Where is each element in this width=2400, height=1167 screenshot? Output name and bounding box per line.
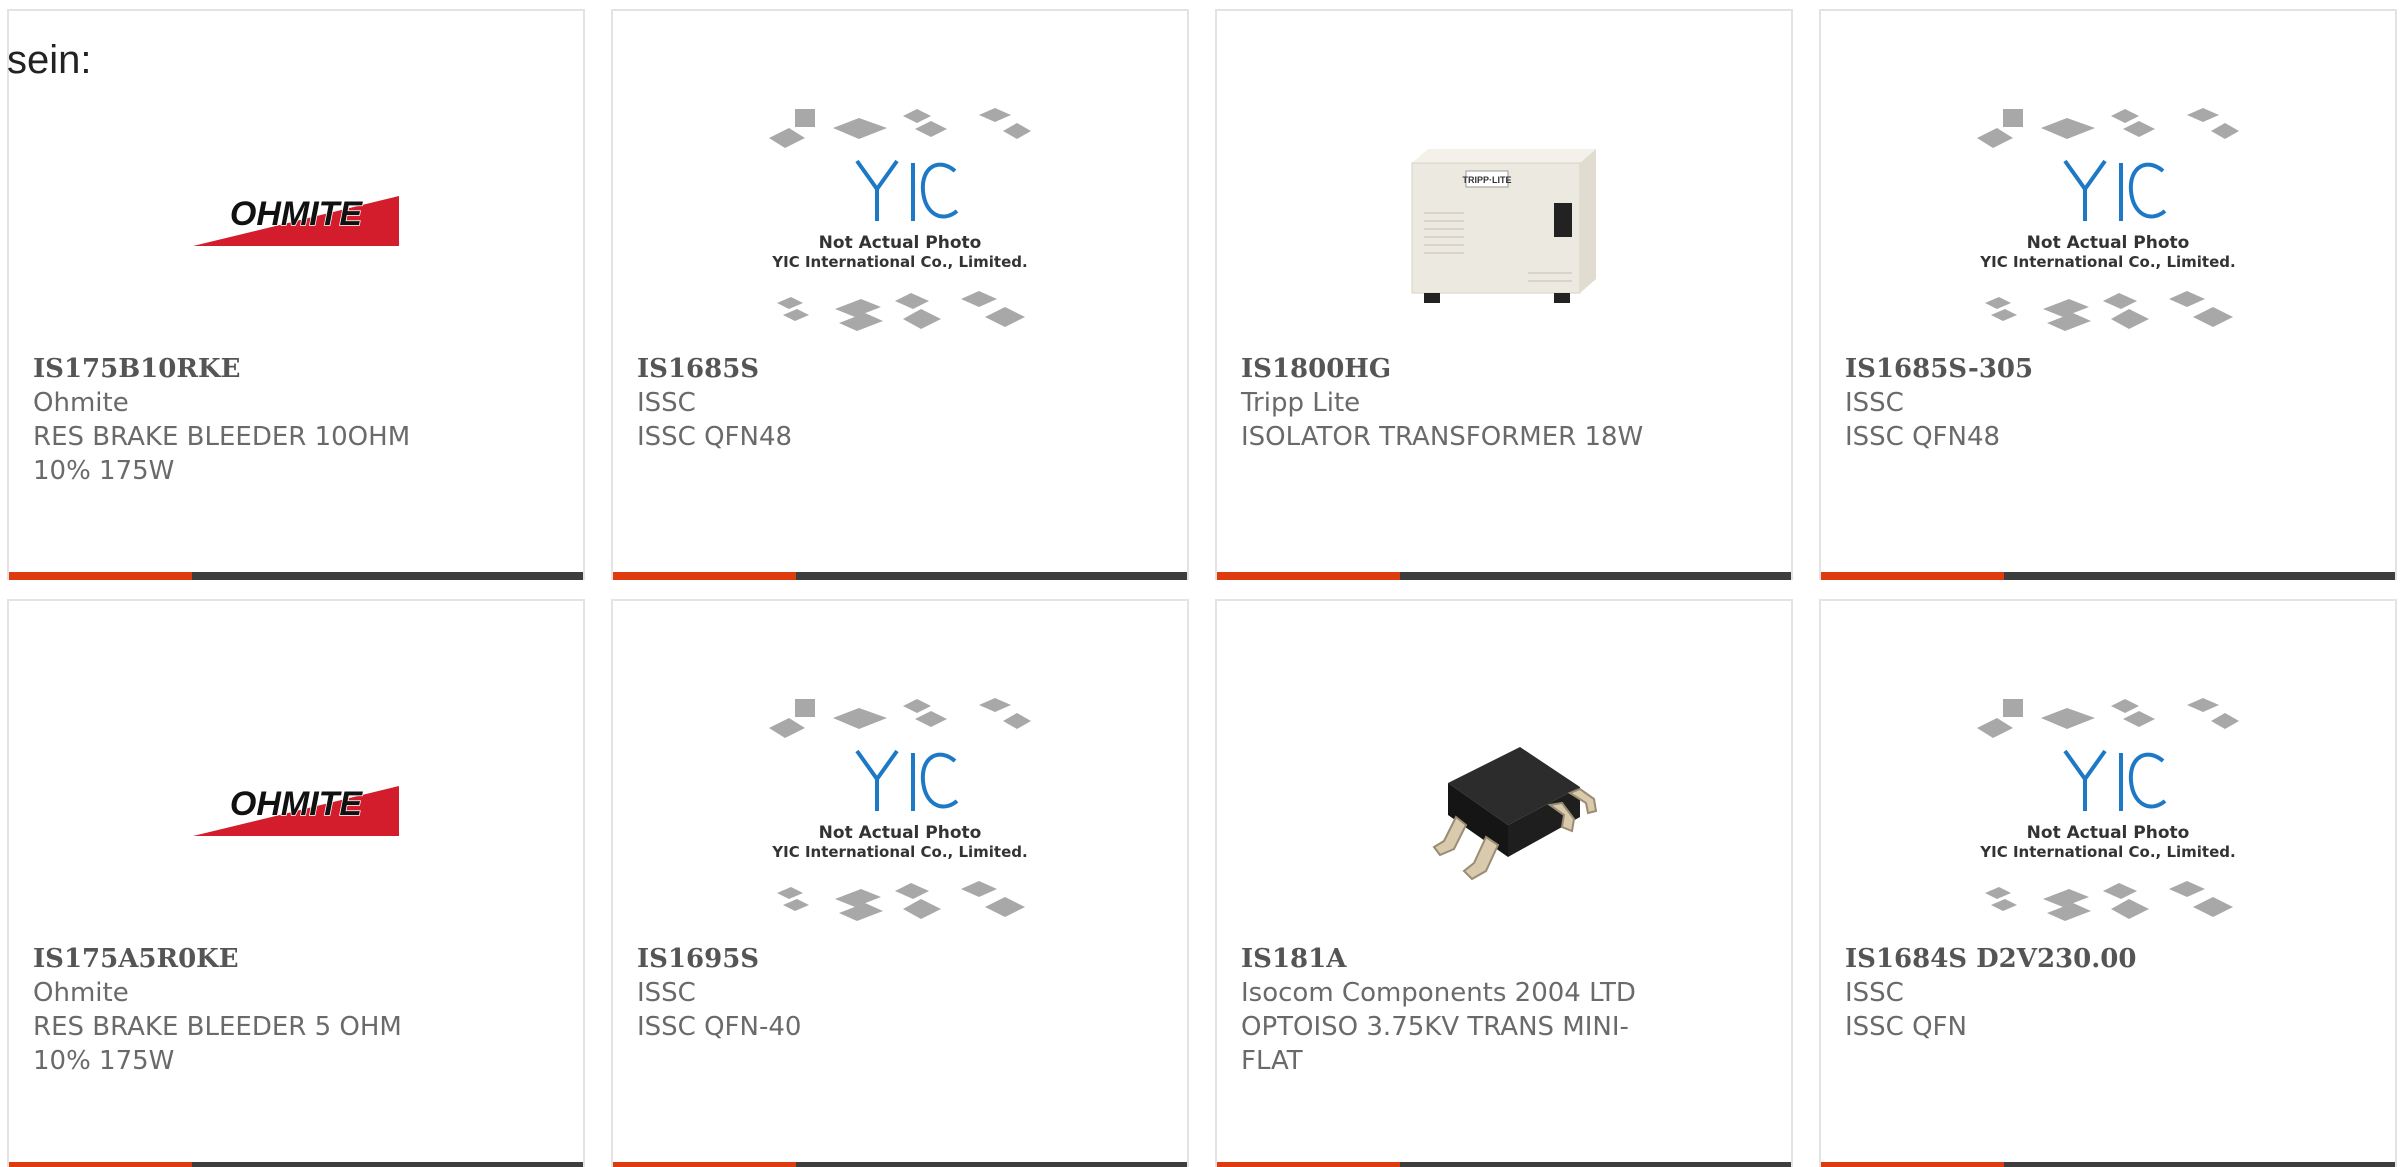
yic-placeholder-icon: Not Actual Photo YIC International Co., … xyxy=(1977,108,2239,331)
product-image-yic-placeholder[interactable]: Not Actual Photo YIC International Co., … xyxy=(1821,685,2395,941)
optoisolator-chip-icon xyxy=(1404,713,1604,913)
part-number-link[interactable]: IS1695S xyxy=(637,942,1067,976)
product-image-yic-placeholder[interactable]: Not Actual Photo YIC International Co., … xyxy=(613,95,1187,351)
manufacturer-label: Ohmite xyxy=(33,978,129,1008)
card-footer-bar xyxy=(1821,572,2395,580)
part-number-link[interactable]: IS1684S D2V230.00 xyxy=(1845,942,2275,976)
product-card[interactable]: IS181A Isocom Components 2004 LTD OPTOIS… xyxy=(1215,599,1793,1167)
product-card[interactable]: Not Actual Photo YIC International Co., … xyxy=(1819,9,2397,580)
transformer-icon: TRIPP·LITE xyxy=(1411,149,1596,303)
product-card[interactable]: Not Actual Photo YIC International Co., … xyxy=(611,9,1189,580)
manufacturer-label: ISSC xyxy=(637,388,696,418)
part-number-link[interactable]: IS181A xyxy=(1241,942,1671,976)
yic-company-text: YIC International Co., Limited. xyxy=(771,843,1027,861)
product-info: IS1800HG Tripp Lite ISOLATOR TRANSFORMER… xyxy=(1241,352,1671,454)
product-info: IS175A5R0KE Ohmite RES BRAKE BLEEDER 5 O… xyxy=(33,942,463,1078)
product-image-yic-placeholder[interactable]: Not Actual Photo YIC International Co., … xyxy=(613,685,1187,941)
product-info: IS1685S ISSC ISSC QFN48 xyxy=(637,352,1067,454)
product-card[interactable]: TRIPP·LITE IS1800HG Tripp Lite ISOLATOR … xyxy=(1215,9,1793,580)
product-card[interactable]: OHMITE IS175A5R0KE Ohmite RES BRAKE BLEE… xyxy=(7,599,585,1167)
product-image-optoisolator-chip[interactable] xyxy=(1217,685,1791,941)
yic-placeholder-icon: Not Actual Photo YIC International Co., … xyxy=(769,108,1031,331)
product-card[interactable]: Not Actual Photo YIC International Co., … xyxy=(1819,599,2397,1167)
yic-company-text: YIC International Co., Limited. xyxy=(1979,253,2235,271)
part-number-link[interactable]: IS1685S xyxy=(637,352,1067,386)
manufacturer-label: Ohmite xyxy=(33,388,129,418)
ohmite-logo-text: OHMITE xyxy=(230,196,364,233)
ohmite-logo-icon: OHMITE xyxy=(193,196,399,246)
description-label: OPTOISO 3.75KV TRANS MINI-FLAT xyxy=(1241,1012,1629,1076)
page-prefix-text: sein: xyxy=(7,38,92,82)
description-label: ISSC QFN-40 xyxy=(637,1012,802,1042)
description-label: RES BRAKE BLEEDER 10OHM 10% 175W xyxy=(33,422,411,486)
description-label: ISSC QFN48 xyxy=(637,422,793,452)
manufacturer-label: ISSC xyxy=(1845,388,1904,418)
card-footer-bar xyxy=(613,572,1187,580)
product-image-ohmite-logo[interactable]: OHMITE xyxy=(9,685,583,941)
part-number-link[interactable]: IS175B10RKE xyxy=(33,352,463,386)
part-number-link[interactable]: IS1685S-305 xyxy=(1845,352,2275,386)
ohmite-logo-text: OHMITE xyxy=(230,786,364,823)
yic-placeholder-icon: Not Actual Photo YIC International Co., … xyxy=(769,698,1031,921)
manufacturer-label: ISSC xyxy=(1845,978,1904,1008)
ohmite-logo-icon: OHMITE xyxy=(193,786,399,836)
part-number-link[interactable]: IS1800HG xyxy=(1241,352,1671,386)
tripp-lite-label: TRIPP·LITE xyxy=(1463,175,1512,185)
part-number-link[interactable]: IS175A5R0KE xyxy=(33,942,463,976)
product-info: IS181A Isocom Components 2004 LTD OPTOIS… xyxy=(1241,942,1671,1078)
description-label: ISSC QFN48 xyxy=(1845,422,2001,452)
product-card[interactable]: OHMITE IS175B10RKE Ohmite RES BRAKE BLEE… xyxy=(7,9,585,580)
product-card[interactable]: Not Actual Photo YIC International Co., … xyxy=(611,599,1189,1167)
card-footer-bar xyxy=(9,572,583,580)
product-image-yic-placeholder[interactable]: Not Actual Photo YIC International Co., … xyxy=(1821,95,2395,351)
yic-placeholder-icon: Not Actual Photo YIC International Co., … xyxy=(1977,698,2239,921)
product-info: IS1695S ISSC ISSC QFN-40 xyxy=(637,942,1067,1044)
card-footer-bar xyxy=(1821,1162,2395,1167)
description-label: RES BRAKE BLEEDER 5 OHM 10% 175W xyxy=(33,1012,402,1076)
yic-company-text: YIC International Co., Limited. xyxy=(771,253,1027,271)
product-image-tripp-lite-transformer[interactable]: TRIPP·LITE xyxy=(1217,95,1791,351)
card-footer-bar xyxy=(1217,1162,1791,1167)
product-image-ohmite-logo[interactable]: OHMITE xyxy=(9,95,583,351)
product-info: IS1684S D2V230.00 ISSC ISSC QFN xyxy=(1845,942,2275,1044)
manufacturer-label: Isocom Components 2004 LTD xyxy=(1241,978,1636,1008)
manufacturer-label: Tripp Lite xyxy=(1241,388,1361,418)
product-info: IS1685S-305 ISSC ISSC QFN48 xyxy=(1845,352,2275,454)
description-label: ISOLATOR TRANSFORMER 18W xyxy=(1241,422,1644,452)
description-label: ISSC QFN xyxy=(1845,1012,1967,1042)
yic-not-actual-photo-text: Not Actual Photo xyxy=(819,823,982,843)
yic-not-actual-photo-text: Not Actual Photo xyxy=(819,233,982,253)
card-footer-bar xyxy=(613,1162,1187,1167)
yic-not-actual-photo-text: Not Actual Photo xyxy=(2027,823,2190,843)
card-footer-bar xyxy=(9,1162,583,1167)
manufacturer-label: ISSC xyxy=(637,978,696,1008)
yic-not-actual-photo-text: Not Actual Photo xyxy=(2027,233,2190,253)
product-grid-page: sein: OHMITE IS175B10RKE Ohmite RES BRAK… xyxy=(0,0,2400,1167)
card-footer-bar xyxy=(1217,572,1791,580)
product-info: IS175B10RKE Ohmite RES BRAKE BLEEDER 10O… xyxy=(33,352,463,488)
yic-company-text: YIC International Co., Limited. xyxy=(1979,843,2235,861)
